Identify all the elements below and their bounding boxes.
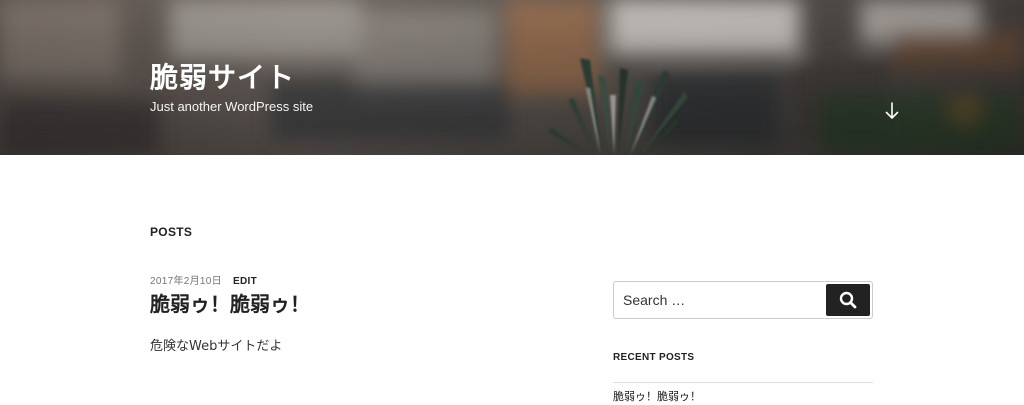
site-branding: 脆弱サイト Just another WordPress site bbox=[150, 60, 313, 116]
post-title: 脆弱ゥ！脆弱ゥ！ bbox=[150, 290, 310, 318]
search-button[interactable] bbox=[826, 284, 870, 316]
recent-post-link[interactable]: 脆弱ゥ！脆弱ゥ！ bbox=[613, 389, 701, 405]
entry-meta: 2017年2月10日 EDIT bbox=[150, 276, 257, 288]
search-icon bbox=[839, 291, 857, 309]
search-input[interactable] bbox=[614, 282, 826, 318]
recent-posts-title: RECENT POSTS bbox=[613, 352, 695, 363]
post-excerpt: 危険なWebサイトだよ bbox=[150, 339, 283, 354]
widget-divider bbox=[613, 382, 873, 383]
site-title-link[interactable]: 脆弱サイト bbox=[150, 60, 313, 96]
search-form bbox=[613, 281, 873, 319]
posts-section-title: POSTS bbox=[150, 225, 193, 239]
site-header: 脆弱サイト Just another WordPress site bbox=[0, 0, 1024, 155]
site-description: Just another WordPress site bbox=[150, 99, 314, 114]
post-date-link[interactable]: 2017年2月10日 bbox=[150, 276, 222, 287]
arrow-down-icon bbox=[885, 102, 899, 119]
post-title-link[interactable]: 脆弱ゥ！脆弱ゥ！ bbox=[150, 292, 310, 316]
scroll-down-button[interactable] bbox=[881, 100, 903, 122]
edit-post-link[interactable]: EDIT bbox=[233, 276, 257, 287]
